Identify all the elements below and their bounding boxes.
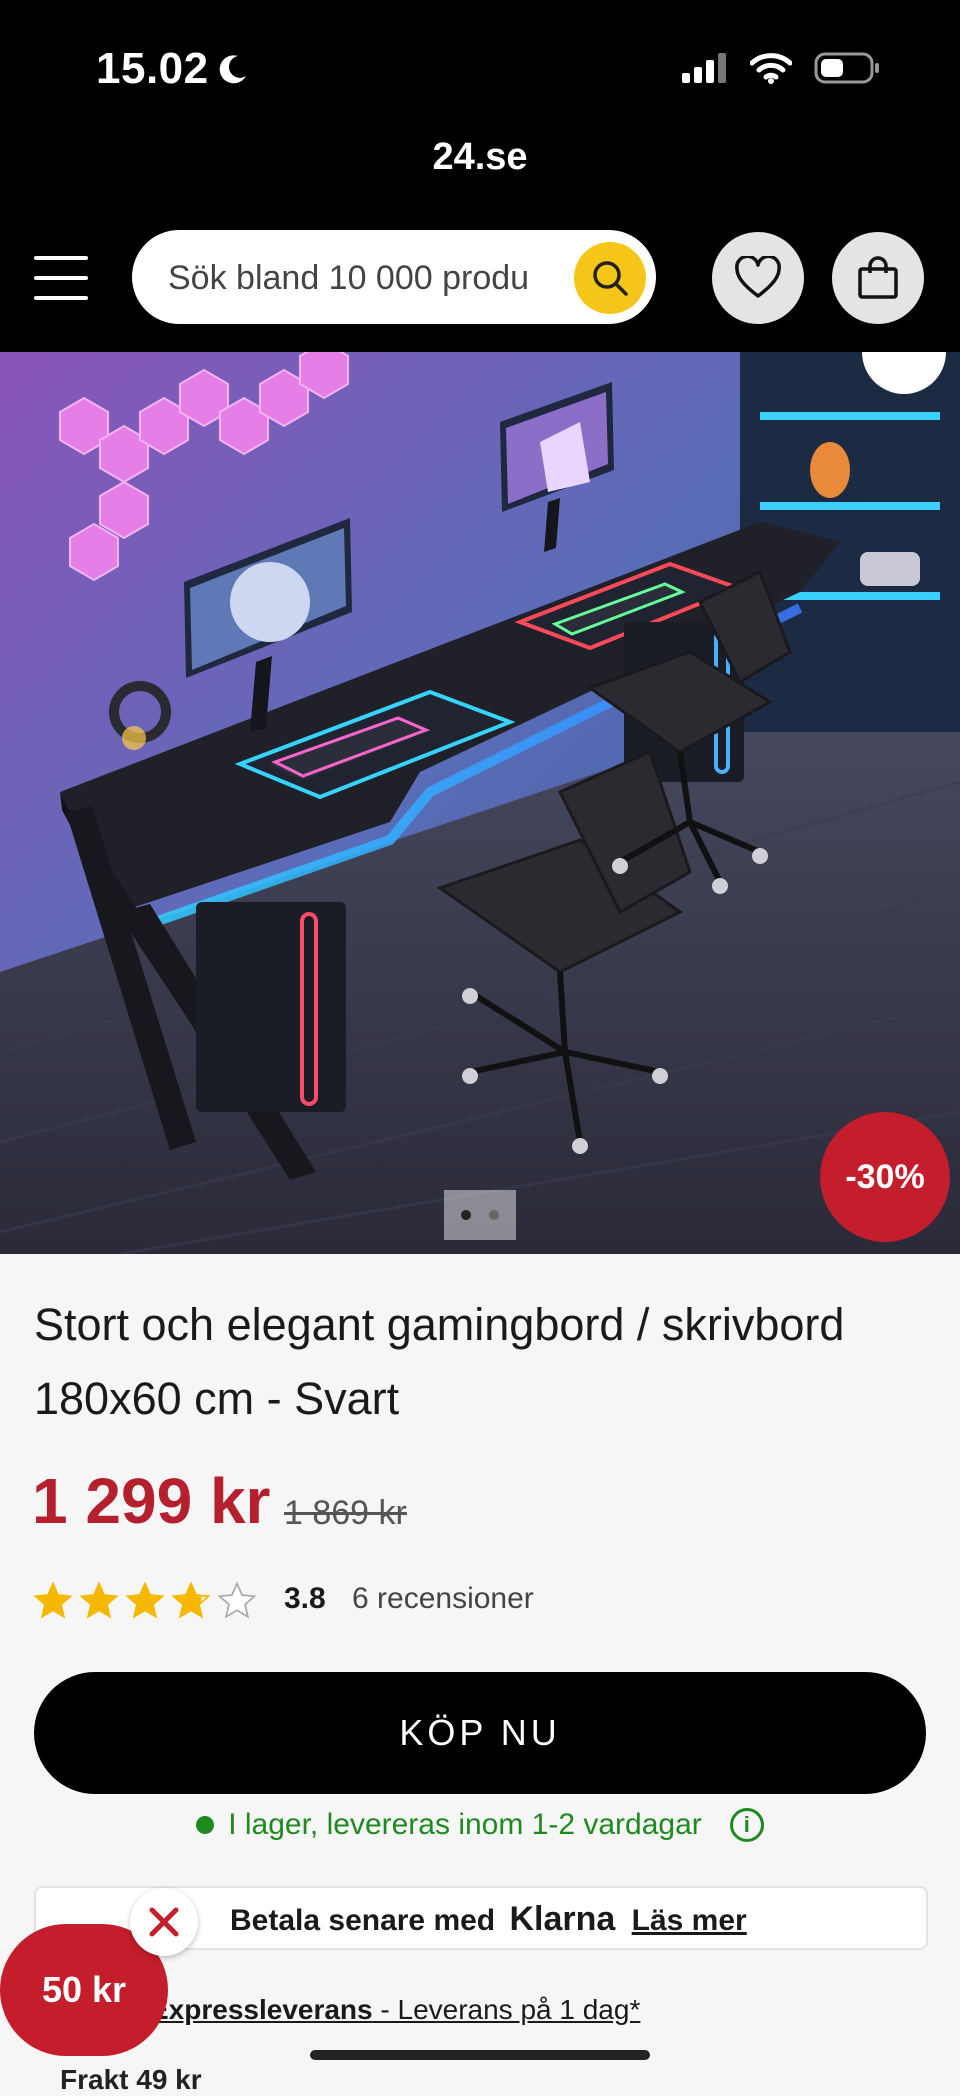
browser-url[interactable]: 24.se bbox=[0, 136, 960, 179]
product-photo bbox=[0, 352, 960, 1254]
product-price: 1 299 kr bbox=[32, 1465, 271, 1537]
klarna-read-more-link[interactable]: Läs mer bbox=[632, 1904, 747, 1937]
rating-value: 3.8 bbox=[284, 1582, 326, 1615]
wifi-icon bbox=[750, 53, 792, 84]
klarna-logo: Klarna bbox=[509, 1900, 616, 1938]
menu-icon-line bbox=[34, 296, 88, 300]
menu-icon bbox=[34, 256, 88, 260]
in-stock-dot-icon bbox=[196, 1816, 215, 1834]
battery-icon bbox=[814, 52, 879, 84]
heart-icon bbox=[735, 256, 781, 298]
stock-status: I lager, levereras inom 1-2 vardagar i bbox=[0, 1808, 960, 1842]
status-icons bbox=[682, 52, 880, 84]
cart-button[interactable] bbox=[832, 232, 924, 324]
pagination-dot-active[interactable] bbox=[461, 1210, 471, 1220]
signal-icon bbox=[682, 53, 726, 83]
shipping-cost: Frakt 49 kr bbox=[60, 2064, 202, 2095]
search-button[interactable] bbox=[574, 242, 646, 314]
star-filled-icon bbox=[171, 1581, 211, 1619]
shopping-bag-icon bbox=[858, 256, 898, 299]
close-promo-button[interactable] bbox=[130, 1888, 198, 1956]
info-icon[interactable]: i bbox=[729, 1808, 764, 1842]
buy-now-button[interactable]: KÖP NU bbox=[34, 1672, 926, 1794]
rating-stars bbox=[32, 1580, 258, 1622]
express-detail: - Leverans på 1 dag* bbox=[372, 1994, 641, 2025]
delivery-express[interactable]: Expressleverans - Leverans på 1 dag* bbox=[150, 1994, 640, 2026]
search-icon bbox=[593, 261, 628, 296]
top-header: 15.02 24.se bbox=[0, 0, 960, 352]
discount-badge: -30% bbox=[820, 1112, 950, 1242]
wishlist-button[interactable] bbox=[712, 232, 804, 324]
close-icon bbox=[149, 1907, 179, 1937]
stock-text: I lager, levereras inom 1-2 vardagar bbox=[228, 1808, 702, 1841]
home-indicator[interactable] bbox=[310, 2050, 650, 2060]
moon-icon bbox=[219, 55, 246, 84]
product-title: Stort och elegant gamingbord / skrivbord… bbox=[34, 1299, 845, 1424]
klarna-text: Betala senare med Klarna Läs mer bbox=[230, 1900, 747, 1939]
express-label: Expressleverans bbox=[150, 1994, 373, 2025]
star-filled-icon bbox=[125, 1581, 165, 1619]
search-input[interactable] bbox=[166, 252, 530, 304]
star-filled-icon bbox=[33, 1581, 73, 1619]
search-bar bbox=[132, 230, 656, 324]
klarna-prefix: Betala senare med bbox=[230, 1904, 496, 1937]
pagination-dot[interactable] bbox=[489, 1210, 499, 1220]
product-image[interactable] bbox=[0, 352, 960, 1254]
reviews-link[interactable]: 6 recensioner bbox=[352, 1582, 534, 1616]
original-price: 1 869 kr bbox=[284, 1494, 407, 1532]
star-empty-icon bbox=[217, 1581, 257, 1619]
menu-button[interactable] bbox=[34, 256, 88, 300]
status-time: 15.02 bbox=[96, 44, 209, 93]
image-pagination bbox=[444, 1190, 516, 1240]
star-filled-icon bbox=[79, 1581, 119, 1619]
menu-icon-line bbox=[34, 276, 88, 280]
